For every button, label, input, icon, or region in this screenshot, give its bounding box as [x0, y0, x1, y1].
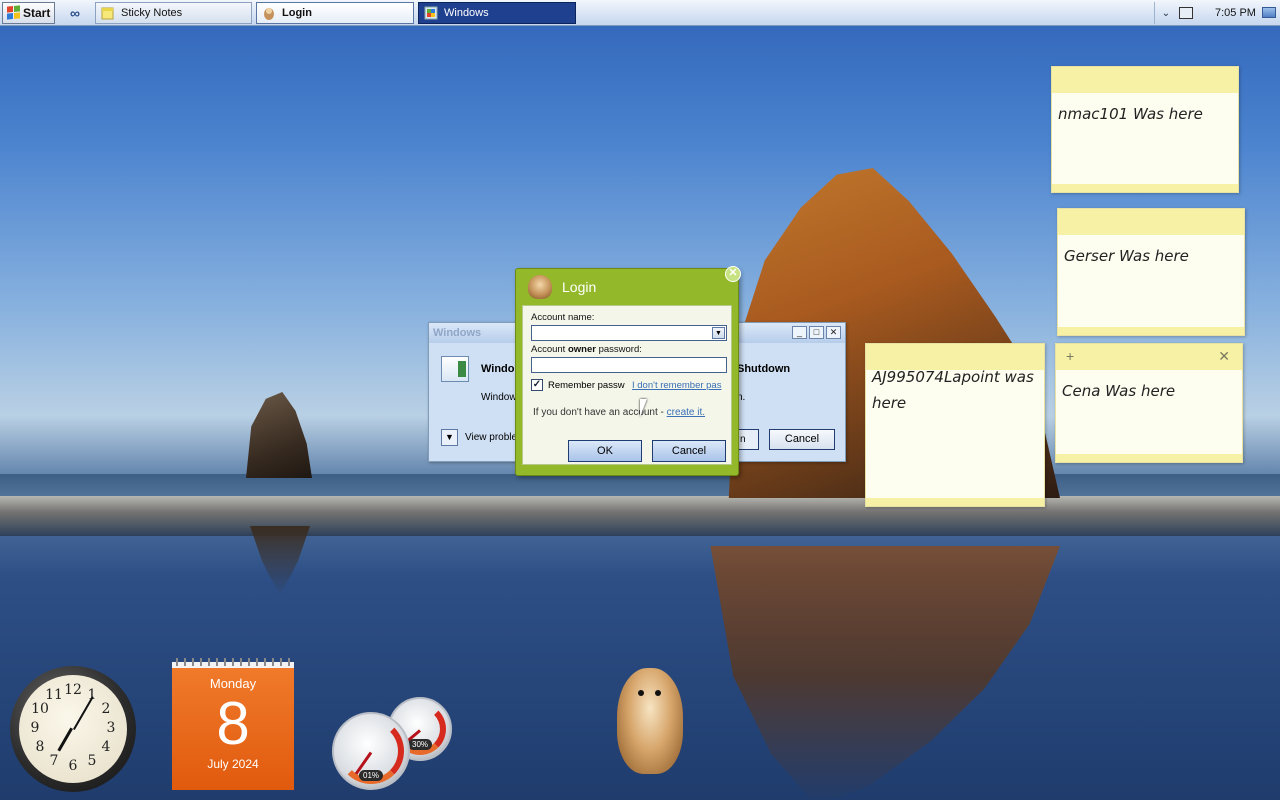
taskbar-button-label: Login [282, 6, 312, 19]
windows-dialog-heading: Windo [481, 363, 515, 375]
chevron-down-icon[interactable]: ▼ [712, 327, 725, 339]
quick-launch-icon[interactable]: ∞ [55, 2, 95, 24]
sticky-note-text[interactable]: nmac101 Was here [1052, 93, 1238, 135]
sticky-note-footer [1058, 327, 1244, 335]
clock-number: 3 [106, 720, 116, 736]
network-icon[interactable] [1179, 7, 1193, 19]
clock-face: 12 1 2 3 4 5 6 7 8 9 10 11 [19, 675, 127, 783]
sticky-note-footer [866, 498, 1044, 506]
taskbar-button-login[interactable]: Login [256, 1, 414, 24]
clock-number: 6 [68, 758, 78, 774]
sticky-note-header[interactable] [1052, 67, 1238, 93]
no-account-text: If you don't have an account - create it… [533, 407, 705, 418]
create-account-link[interactable]: create it. [667, 407, 705, 418]
login-dialog: Login ✕ Account name: ▼ Account owner pa… [515, 266, 741, 476]
login-cancel-button[interactable]: Cancel [652, 440, 726, 462]
clock-gadget[interactable]: 12 1 2 3 4 5 6 7 8 9 10 11 [10, 666, 136, 792]
sticky-note-text[interactable]: AJ995074Lapoint was here [866, 356, 1044, 424]
hamster-icon [528, 275, 552, 299]
sticky-notes-icon [101, 7, 114, 19]
sticky-note[interactable]: nmac101 Was here [1051, 66, 1239, 193]
start-button[interactable]: Start [2, 1, 55, 24]
memory-percent: 30% [407, 739, 433, 750]
clock-number: 9 [30, 720, 40, 736]
calendar-day: 8 [216, 690, 250, 757]
sticky-note[interactable]: + ✕ Cena Was here [1055, 343, 1243, 463]
document-icon [441, 356, 469, 382]
login-title: Login [562, 279, 597, 295]
clock-number: 10 [31, 701, 49, 717]
calendar-gadget[interactable]: Monday 8 July 2024 [172, 658, 294, 790]
sticky-note-footer [1056, 454, 1242, 462]
close-button[interactable]: ✕ [826, 326, 841, 339]
clock-number: 8 [35, 739, 45, 755]
taskbar-button-label: Sticky Notes [121, 6, 183, 19]
hamster-eye [655, 690, 661, 696]
taskbar-button-windows[interactable]: Windows [418, 1, 576, 24]
taskbar-clock[interactable]: 7:05 PM [1215, 7, 1256, 19]
sticky-note[interactable]: Gerser Was here [1057, 208, 1245, 336]
add-note-icon[interactable]: + [1066, 348, 1074, 364]
hamster-mascot[interactable] [617, 668, 683, 774]
taskbar: Start ∞ Sticky Notes Login Windows ⌄ 7:0… [0, 0, 1280, 26]
start-label: Start [23, 5, 51, 20]
windows-icon [424, 6, 438, 19]
cpu-percent: 01% [358, 770, 384, 781]
windows-logo-icon [7, 5, 20, 20]
system-tray: ⌄ 7:05 PM [1154, 2, 1280, 24]
sticky-note-header[interactable] [1058, 209, 1244, 235]
calendar-rings [176, 658, 290, 666]
taskbar-button-label: Windows [444, 6, 489, 19]
show-desktop-icon[interactable] [1262, 7, 1276, 18]
account-name-label: Account name: [531, 312, 595, 323]
wallpaper-rock-reflection [710, 546, 1060, 800]
wallpaper-small-rock [246, 392, 312, 478]
windows-dialog-heading-end: Shutdown [737, 363, 791, 375]
sticky-note-footer [1052, 184, 1238, 192]
clock-number: 11 [45, 687, 63, 703]
sticky-note-text[interactable]: Cena Was here [1056, 370, 1242, 412]
login-form: Account name: ▼ Account owner password: … [522, 305, 732, 465]
clock-number: 2 [101, 701, 111, 717]
sticky-note-header[interactable] [1056, 344, 1242, 370]
password-label: Account owner password: [531, 344, 642, 355]
calendar-day-of-week: Monday [209, 676, 257, 691]
minimize-button[interactable]: _ [792, 326, 807, 339]
password-label-pre: Account [531, 344, 568, 355]
view-problem-details-link[interactable]: View proble [465, 432, 517, 443]
close-icon[interactable]: ✕ [1218, 348, 1230, 365]
hour-hand [57, 727, 73, 752]
calendar-month-year: July 2024 [207, 757, 259, 771]
clock-number: 7 [49, 753, 59, 769]
chevron-down-icon[interactable]: ⌄ [1155, 8, 1177, 19]
clock-number: 12 [64, 682, 82, 698]
sticky-note-text[interactable]: Gerser Was here [1058, 235, 1244, 277]
password-label-post: password: [595, 344, 642, 355]
ok-button[interactable]: OK [568, 440, 642, 462]
hamster-icon [264, 7, 274, 20]
cpu-meter[interactable]: 01% [332, 712, 410, 790]
login-title-bar: Login [516, 269, 738, 305]
wallpaper-small-rock-reflection [250, 526, 310, 596]
primary-action-button[interactable]: n [737, 429, 759, 450]
remember-password-checkbox[interactable]: ✓ [531, 379, 543, 391]
remember-password-label[interactable]: Remember passw [548, 380, 625, 391]
forgot-password-link[interactable]: I don't remember pas [632, 380, 730, 391]
clock-number: 5 [87, 753, 97, 769]
windows-cancel-button[interactable]: Cancel [769, 429, 835, 450]
hamster-eye [638, 690, 644, 696]
password-label-bold: owner [567, 344, 596, 355]
windows-dialog-text: Window [481, 392, 517, 403]
expand-details-icon[interactable]: ▼ [441, 429, 458, 446]
password-field[interactable] [531, 357, 727, 373]
window-controls: _ □ ✕ [792, 326, 841, 339]
close-icon[interactable]: ✕ [725, 266, 741, 282]
wallpaper-shore [0, 496, 1280, 536]
account-name-combobox[interactable]: ▼ [531, 325, 727, 341]
sticky-note[interactable]: AJ995074Lapoint was here [865, 343, 1045, 507]
taskbar-button-sticky-notes[interactable]: Sticky Notes [95, 1, 252, 24]
mouse-cursor [640, 399, 647, 417]
maximize-button[interactable]: □ [809, 326, 824, 339]
